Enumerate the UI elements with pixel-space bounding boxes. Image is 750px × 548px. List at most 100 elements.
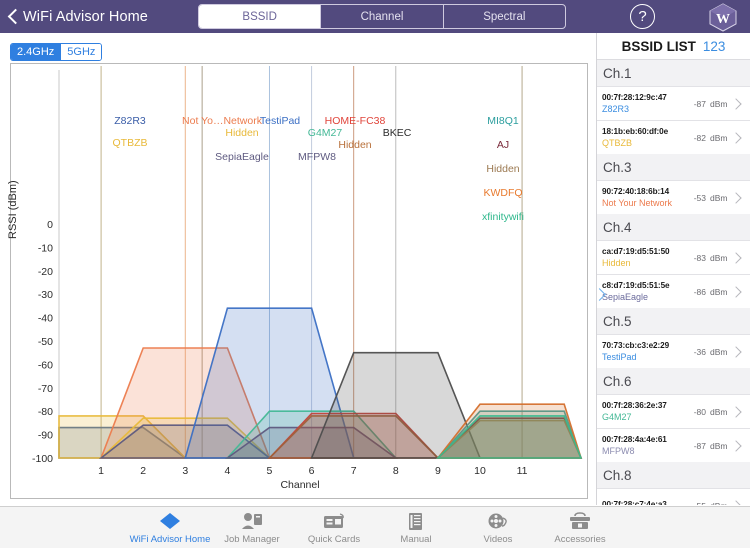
bssid-item-info: 00:7f:28:36:2e:37 G4M27 [597,401,683,422]
tab-quick-cards[interactable]: Quick Cards [293,510,375,545]
channel-group-header: Ch.4 [597,214,750,240]
ap-chart-label[interactable]: G4M27 [308,127,342,139]
back-button[interactable]: WiFi Advisor Home [8,9,148,25]
ap-chart-label[interactable]: QTBZB [112,137,147,149]
bssid-rssi-unit: dBm [710,98,728,109]
bssid-item-info: 70:73:cb:c3:e2:29 TestiPad [597,341,683,362]
back-button-label: WiFi Advisor Home [23,8,148,25]
ap-chart-label[interactable]: MI8Q1 [487,115,519,127]
bssid-item-info: 00:7f:28:c7:4e:a3 [597,500,683,505]
bssid-rssi-value: -87 [693,440,706,451]
y-axis-tick-label: -30 [38,289,53,301]
ap-chart-label[interactable]: KWDFQ [483,187,522,199]
bssid-rssi-unit: dBm [710,252,728,263]
ap-chart-label[interactable]: Hidden [225,127,258,139]
channel-group-header: Ch.8 [597,462,750,488]
ap-chart-label[interactable]: Not Yo…Network [182,115,262,127]
tab-videos[interactable]: Videos [457,510,539,545]
bssid-item-info: 90:72:40:18:6b:14 Not Your Network [597,187,683,208]
bssid-item-info: ca:d7:19:d5:51:50 Hidden [597,247,683,268]
bssid-list-item[interactable]: 00:7f:28:36:2e:37 G4M27 -80 dBm [597,394,750,428]
x-axis-tick-label: 5 [267,465,273,477]
y-axis-tick-label: -50 [38,336,53,348]
bssid-ssid: MFPW8 [602,446,635,456]
bssid-ssid: Hidden [602,258,631,268]
bssid-list-item[interactable]: 00:7f:28:12:9c:47 Z82R3 -87 dBm [597,86,750,120]
channel-group-header: Ch.1 [597,60,750,86]
ap-chart-label[interactable]: TestiPad [260,115,300,127]
chart-panel: 2.4GHz 5GHz 0 -10 -20 -30 -40 -50 -60 -70 -80 -90… [0,33,594,505]
bssid-list-count: 123 [702,38,726,54]
ap-chart-label[interactable]: Hidden [338,139,371,151]
bssid-item-info: c8:d7:19:d5:51:5e SepiaEagle [597,281,683,302]
bssid-ssid: QTBZB [602,138,633,148]
tab-manual[interactable]: Manual [375,510,457,545]
tab-label: Job Manager [224,534,280,545]
x-axis-tick-label: 7 [351,465,357,477]
tab-accessories[interactable]: Accessories [539,510,621,545]
x-axis-tick-label: 6 [309,465,315,477]
bssid-mac-address: c8:d7:19:d5:51:5e [602,281,670,290]
ap-chart-label[interactable]: SepiaEagle [215,151,269,163]
bssid-rssi-unit: dBm [710,346,728,357]
ap-chart-label[interactable]: Hidden [486,163,519,175]
ap-chart-label[interactable]: AJ [497,139,509,151]
help-icon[interactable]: ? [630,4,655,29]
y-axis-tick-label: -100 [32,453,53,465]
selected-row-indicator-icon [594,288,606,302]
x-axis-tick-label: 3 [182,465,188,477]
bssid-list-item[interactable]: 70:73:cb:c3:e2:29 TestiPad -36 dBm [597,334,750,368]
bssid-rssi-value: -86 [693,286,706,297]
rssi-channel-plot: 0 -10 -20 -30 -40 -50 -60 -70 -80 -90 -100 1 2 3 4 5 6 7 8… [7,63,588,499]
band-selector[interactable]: 2.4GHz 5GHz [10,43,103,61]
wifi-analyzer-app: WiFi Advisor Home BSSID Channel Spectral… [0,0,750,548]
bssid-rssi-value: -36 [693,346,706,357]
bssid-mac-address: 00:7f:28:c7:4e:a3 [602,500,667,505]
tab-bssid[interactable]: BSSID [199,5,322,28]
bssid-list-item[interactable]: 90:72:40:18:6b:14 Not Your Network -53 dBm [597,180,750,214]
top-navigation-bar: WiFi Advisor Home BSSID Channel Spectral… [0,0,750,33]
tab-wifi-advisor-home[interactable]: WiFi Advisor Home [129,510,211,545]
bssid-ssid: TestiPad [602,352,637,362]
y-axis-tick-label: -20 [38,266,53,278]
wifi-advisor-logo[interactable]: W [700,0,746,33]
tab-job-manager[interactable]: Job Manager [211,510,293,545]
tab-spectral[interactable]: Spectral [444,5,565,28]
bssid-list-item[interactable]: c8:d7:19:d5:51:5e SepiaEagle -86 dBm [597,274,750,308]
x-axis-label: Channel [280,479,319,491]
bssid-list-item[interactable]: 00:7f:28:c7:4e:a3 -55dBm [597,488,750,505]
bssid-list-item[interactable]: ca:d7:19:d5:51:50 Hidden -83 dBm [597,240,750,274]
ap-chart-label[interactable]: xfinitywifi [482,211,524,223]
film-reel-icon [487,510,509,532]
bssid-rssi-value: -82 [693,132,706,143]
diamond-icon [159,510,181,532]
bottom-tab-bar[interactable]: WiFi Advisor Home Job Manager Quick Cards M… [0,506,750,548]
ap-chart-label[interactable]: Z82R3 [114,115,146,127]
bssid-ssid: G4M27 [602,412,632,422]
y-axis-tick-label: -70 [38,383,53,395]
bssid-list-item[interactable]: 18:1b:eb:60:df:0e QTBZB -82 dBm [597,120,750,154]
bssid-rssi-unit: dBm [706,501,731,506]
x-axis-tick-label: 2 [140,465,146,477]
ap-chart-label[interactable]: MFPW8 [298,151,336,163]
band-5ghz[interactable]: 5GHz [61,44,102,60]
bssid-rssi-unit: dBm [710,440,728,451]
bssid-item-info: 00:7f:28:4a:4e:61 MFPW8 [597,435,683,456]
tab-label: Accessories [554,534,606,545]
bssid-list-item[interactable]: 00:7f:28:4a:4e:61 MFPW8 -87 dBm [597,428,750,462]
ap-chart-label[interactable]: HOME-FC38 [325,115,386,127]
bssid-mac-address: 70:73:cb:c3:e2:29 [602,341,670,350]
y-axis-label: RSSI (dBm) [7,180,19,239]
x-axis-tick-label: 4 [224,465,230,477]
help-glyph: ? [638,8,647,25]
bssid-ssid: SepiaEagle [602,292,649,302]
bssid-rssi-unit: dBm [710,132,728,143]
view-mode-segmented-control[interactable]: BSSID Channel Spectral [198,4,566,29]
person-card-icon [241,510,263,532]
bssid-list-sidebar[interactable]: BSSID LIST 123 Ch.1 00:7f:28:12:9c:47 Z82R… [596,33,750,505]
bssid-list-body[interactable]: Ch.1 00:7f:28:12:9c:47 Z82R3 -87 dBm 18:1b:eb… [597,60,750,505]
ap-chart-label[interactable]: BKEC [383,127,412,139]
x-axis-tick-label: 11 [517,465,528,477]
tab-channel[interactable]: Channel [321,5,444,28]
band-24ghz[interactable]: 2.4GHz [11,44,62,60]
